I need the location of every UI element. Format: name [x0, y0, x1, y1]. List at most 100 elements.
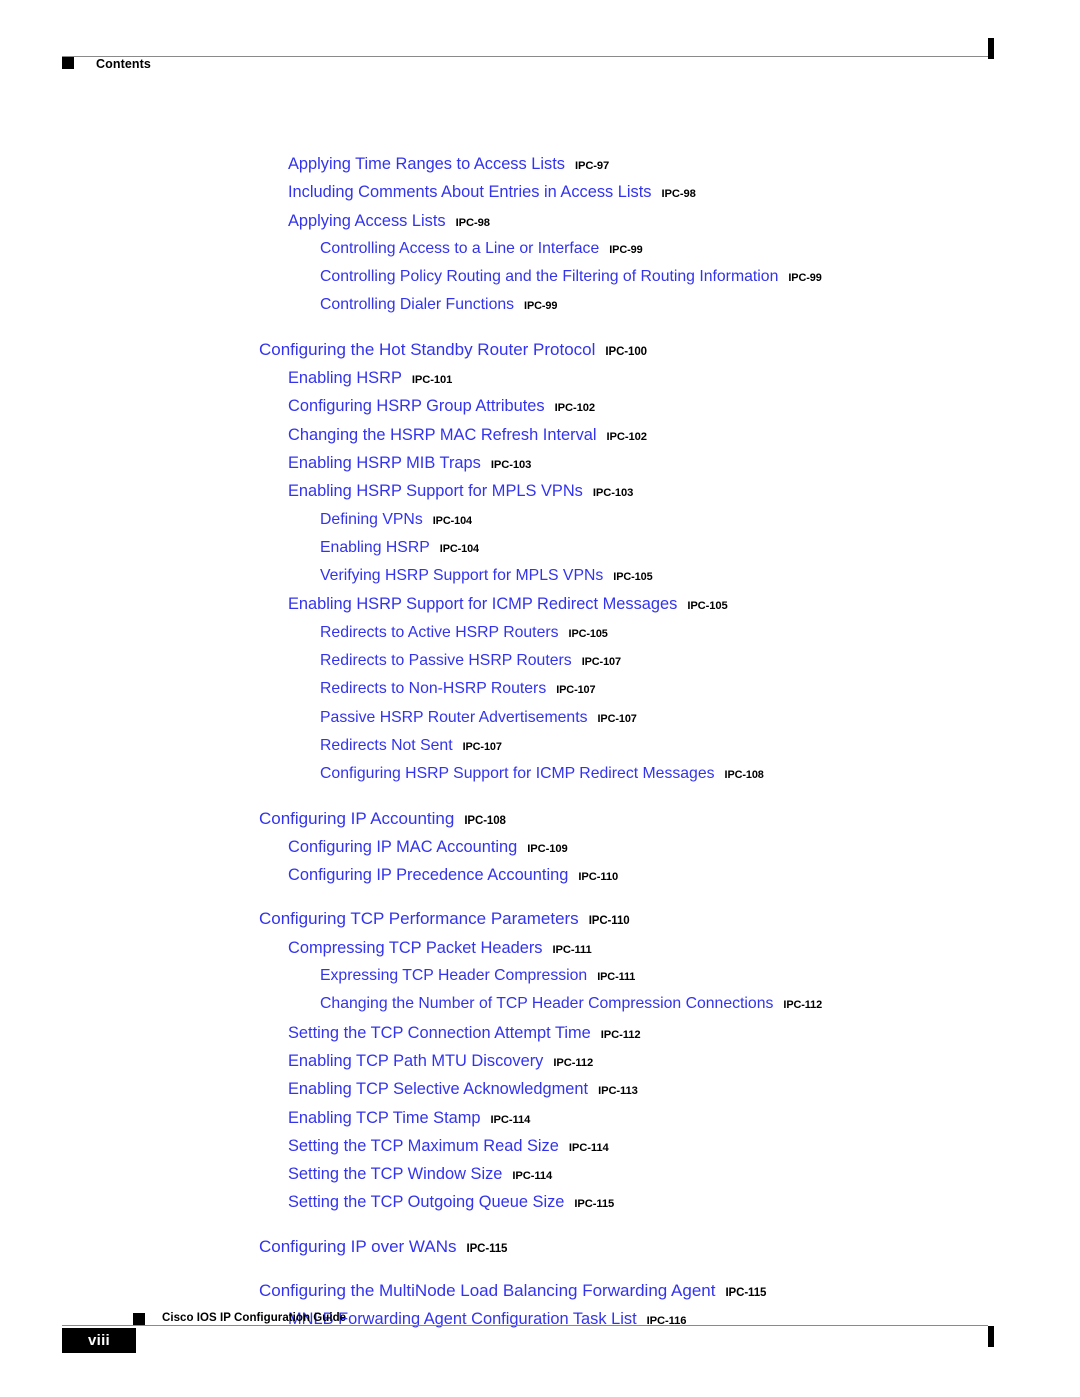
toc-entry-title[interactable]: Enabling HSRP MIB Traps: [288, 454, 481, 472]
toc-entry-title[interactable]: Verifying HSRP Support for MPLS VPNs: [320, 567, 603, 584]
toc-entry-title[interactable]: Redirects to Active HSRP Routers: [320, 624, 559, 641]
toc-entry[interactable]: Enabling HSRP Support for ICMP Redirect …: [0, 590, 1080, 618]
toc-entry-page[interactable]: IPC-102: [555, 402, 595, 414]
toc-entry-page[interactable]: IPC-104: [440, 543, 479, 555]
toc-entry[interactable]: Enabling TCP Time Stamp IPC-114: [0, 1104, 1080, 1132]
toc-entry[interactable]: Configuring TCP Performance Parameters IP…: [0, 905, 1080, 933]
toc-entry-title[interactable]: Redirects to Passive HSRP Routers: [320, 652, 572, 669]
toc-entry[interactable]: Enabling HSRP IPC-101: [0, 364, 1080, 392]
toc-entry-page[interactable]: IPC-101: [412, 374, 452, 386]
toc-entry[interactable]: Expressing TCP Header Compression IPC-111: [0, 962, 1080, 990]
toc-entry-page[interactable]: IPC-107: [598, 713, 637, 725]
toc-entry-page[interactable]: IPC-107: [582, 656, 621, 668]
toc-entry-title[interactable]: Controlling Dialer Functions: [320, 296, 514, 313]
toc-entry[interactable]: Compressing TCP Packet Headers IPC-111: [0, 934, 1080, 962]
toc-entry-title[interactable]: Expressing TCP Header Compression: [320, 967, 587, 984]
toc-entry[interactable]: Controlling Access to a Line or Interfac…: [0, 235, 1080, 263]
toc-entry-title[interactable]: Enabling TCP Time Stamp: [288, 1109, 481, 1127]
toc-entry-page[interactable]: IPC-112: [783, 999, 822, 1011]
toc-entry-title[interactable]: Configuring IP over WANs: [259, 1237, 456, 1256]
toc-entry-title[interactable]: Redirects to Non-HSRP Routers: [320, 680, 546, 697]
toc-entry-title[interactable]: Setting the TCP Maximum Read Size: [288, 1137, 559, 1155]
toc-entry-page[interactable]: IPC-115: [725, 1287, 766, 1299]
toc-entry-title[interactable]: Changing the HSRP MAC Refresh Interval: [288, 426, 597, 444]
toc-entry-page[interactable]: IPC-99: [609, 244, 642, 256]
toc-entry-title[interactable]: Enabling TCP Selective Acknowledgment: [288, 1080, 588, 1098]
toc-entry-page[interactable]: IPC-115: [466, 1243, 507, 1255]
toc-entry-page[interactable]: IPC-97: [575, 160, 609, 172]
toc-entry-title[interactable]: Passive HSRP Router Advertisements: [320, 709, 588, 726]
toc-entry-page[interactable]: IPC-109: [527, 843, 567, 855]
toc-entry-page[interactable]: IPC-113: [598, 1085, 638, 1097]
toc-entry[interactable]: Enabling TCP Selective Acknowledgment IPC…: [0, 1075, 1080, 1103]
toc-entry-title[interactable]: Configuring the MultiNode Load Balancing…: [259, 1281, 715, 1300]
toc-entry[interactable]: Controlling Policy Routing and the Filte…: [0, 263, 1080, 291]
toc-entry-page[interactable]: IPC-98: [456, 217, 490, 229]
toc-entry-page[interactable]: IPC-105: [613, 571, 652, 583]
toc-entry-title[interactable]: Configuring the Hot Standby Router Proto…: [259, 340, 595, 359]
toc-entry[interactable]: Configuring IP MAC Accounting IPC-109: [0, 833, 1080, 861]
toc-entry[interactable]: Controlling Dialer Functions IPC-99: [0, 291, 1080, 319]
toc-entry-page[interactable]: IPC-108: [464, 815, 506, 827]
toc-entry-title[interactable]: Configuring HSRP Group Attributes: [288, 397, 545, 415]
toc-entry-page[interactable]: IPC-100: [605, 346, 647, 358]
toc-entry-title[interactable]: Setting the TCP Window Size: [288, 1165, 502, 1183]
toc-entry[interactable]: Configuring the Hot Standby Router Proto…: [0, 336, 1080, 364]
toc-entry[interactable]: Defining VPNs IPC-104: [0, 506, 1080, 534]
toc-entry-title[interactable]: Including Comments About Entries in Acce…: [288, 183, 652, 201]
toc-entry[interactable]: Enabling HSRP IPC-104: [0, 534, 1080, 562]
toc-entry[interactable]: Changing the Number of TCP Header Compre…: [0, 990, 1080, 1018]
toc-entry-title[interactable]: Configuring IP Precedence Accounting: [288, 866, 568, 884]
toc-entry-title[interactable]: Applying Access Lists: [288, 212, 446, 230]
toc-entry[interactable]: Including Comments About Entries in Acce…: [0, 178, 1080, 206]
toc-entry[interactable]: Configuring IP Accounting IPC-108: [0, 805, 1080, 833]
toc-entry-page[interactable]: IPC-103: [491, 459, 531, 471]
toc-entry-page[interactable]: IPC-107: [463, 741, 502, 753]
toc-entry-page[interactable]: IPC-111: [552, 944, 591, 956]
toc-entry-title[interactable]: Setting the TCP Connection Attempt Time: [288, 1024, 591, 1042]
toc-entry-page[interactable]: IPC-105: [569, 628, 608, 640]
toc-entry-title[interactable]: Applying Time Ranges to Access Lists: [288, 155, 565, 173]
toc-entry[interactable]: Redirects to Active HSRP Routers IPC-105: [0, 619, 1080, 647]
toc-entry-title[interactable]: Enabling HSRP Support for ICMP Redirect …: [288, 595, 677, 613]
toc-entry[interactable]: Redirects to Passive HSRP Routers IPC-107: [0, 647, 1080, 675]
toc-entry-title[interactable]: Enabling HSRP: [320, 539, 430, 556]
toc-entry-title[interactable]: Configuring IP MAC Accounting: [288, 838, 517, 856]
toc-entry-page[interactable]: IPC-99: [788, 272, 821, 284]
toc-entry[interactable]: Verifying HSRP Support for MPLS VPNs IPC-…: [0, 562, 1080, 590]
toc-entry-page[interactable]: IPC-110: [578, 871, 618, 883]
toc-entry-page[interactable]: IPC-112: [601, 1029, 641, 1041]
toc-entry-page[interactable]: IPC-107: [556, 684, 595, 696]
toc-entry-page[interactable]: IPC-114: [569, 1142, 609, 1154]
toc-entry-title[interactable]: Defining VPNs: [320, 511, 423, 528]
toc-entry-page[interactable]: IPC-108: [725, 769, 764, 781]
toc-entry[interactable]: Applying Access Lists IPC-98: [0, 207, 1080, 235]
toc-entry-page[interactable]: IPC-102: [607, 431, 647, 443]
toc-entry[interactable]: Enabling HSRP MIB Traps IPC-103: [0, 449, 1080, 477]
toc-entry-title[interactable]: Changing the Number of TCP Header Compre…: [320, 995, 773, 1012]
toc-entry[interactable]: Setting the TCP Connection Attempt Time I…: [0, 1019, 1080, 1047]
toc-entry[interactable]: Configuring IP Precedence Accounting IPC-…: [0, 861, 1080, 889]
toc-entry[interactable]: Configuring HSRP Support for ICMP Redire…: [0, 760, 1080, 788]
toc-entry[interactable]: Configuring HSRP Group Attributes IPC-102: [0, 392, 1080, 420]
toc-entry[interactable]: Enabling TCP Path MTU Discovery IPC-112: [0, 1047, 1080, 1075]
toc-entry-page[interactable]: IPC-104: [433, 515, 472, 527]
toc-entry-title[interactable]: Controlling Policy Routing and the Filte…: [320, 268, 778, 285]
toc-entry-page[interactable]: IPC-99: [524, 300, 557, 312]
toc-entry[interactable]: Setting the TCP Maximum Read Size IPC-114: [0, 1132, 1080, 1160]
toc-entry[interactable]: Redirects to Non-HSRP Routers IPC-107: [0, 675, 1080, 703]
toc-entry-title[interactable]: Enabling HSRP Support for MPLS VPNs: [288, 482, 583, 500]
toc-entry[interactable]: Setting the TCP Outgoing Queue Size IPC-1…: [0, 1188, 1080, 1216]
toc-entry-title[interactable]: Setting the TCP Outgoing Queue Size: [288, 1193, 564, 1211]
toc-entry-title[interactable]: Enabling TCP Path MTU Discovery: [288, 1052, 543, 1070]
toc-entry-page[interactable]: IPC-112: [553, 1057, 593, 1069]
toc-entry-title[interactable]: Configuring IP Accounting: [259, 809, 454, 828]
toc-entry-page[interactable]: IPC-98: [662, 188, 696, 200]
toc-entry[interactable]: Passive HSRP Router Advertisements IPC-10…: [0, 704, 1080, 732]
toc-entry[interactable]: Configuring the MultiNode Load Balancing…: [0, 1277, 1080, 1305]
toc-entry[interactable]: Applying Time Ranges to Access Lists IPC-…: [0, 150, 1080, 178]
toc-entry[interactable]: Enabling HSRP Support for MPLS VPNs IPC-1…: [0, 477, 1080, 505]
toc-entry[interactable]: Setting the TCP Window Size IPC-114: [0, 1160, 1080, 1188]
toc-entry-title[interactable]: Redirects Not Sent: [320, 737, 453, 754]
toc-entry-title[interactable]: Controlling Access to a Line or Interfac…: [320, 240, 599, 257]
